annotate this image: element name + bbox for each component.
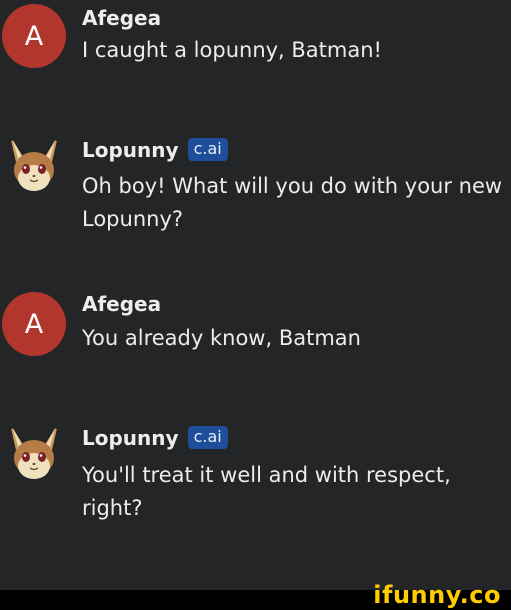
sender-name: Lopunny <box>82 137 179 162</box>
message-line: Lopunny? <box>82 207 184 231</box>
sender-row: Lopunny c.ai <box>82 426 228 449</box>
message-text: You already know, Batman <box>82 322 511 355</box>
user-avatar[interactable]: A <box>2 4 66 68</box>
message-line: You'll treat it well and with respect, <box>82 463 451 487</box>
message-line: You already know, Batman <box>82 326 361 350</box>
avatar-letter: A <box>24 308 44 340</box>
lopunny-icon <box>2 132 66 196</box>
sender-row: Lopunny c.ai <box>82 138 228 161</box>
sender-name: Lopunny <box>82 425 179 450</box>
ai-badge: c.ai <box>187 426 228 449</box>
ai-badge: c.ai <box>187 138 228 161</box>
character-avatar[interactable] <box>2 132 66 196</box>
message-text: You'll treat it well and with respect, r… <box>82 459 511 525</box>
sender-row: Afegea <box>82 8 161 28</box>
sender-name: Afegea <box>82 6 162 30</box>
message-line: right? <box>82 496 143 520</box>
user-avatar[interactable]: A <box>2 292 66 356</box>
avatar-letter: A <box>24 20 44 52</box>
ifunny-watermark: ifunny.co <box>373 581 501 609</box>
message-line: I caught a lopunny, Batman! <box>82 38 382 62</box>
message-text: I caught a lopunny, Batman! <box>82 34 511 67</box>
chat-log: A Afegea I caught a lopunny, Batman! Lop… <box>0 0 511 590</box>
message-text: Oh boy! What will you do with your new L… <box>82 170 511 236</box>
lopunny-icon <box>2 420 66 484</box>
sender-name: Afegea <box>82 292 162 316</box>
message-line: Oh boy! What will you do with your new <box>82 174 503 198</box>
character-avatar[interactable] <box>2 420 66 484</box>
sender-row: Afegea <box>82 294 161 314</box>
